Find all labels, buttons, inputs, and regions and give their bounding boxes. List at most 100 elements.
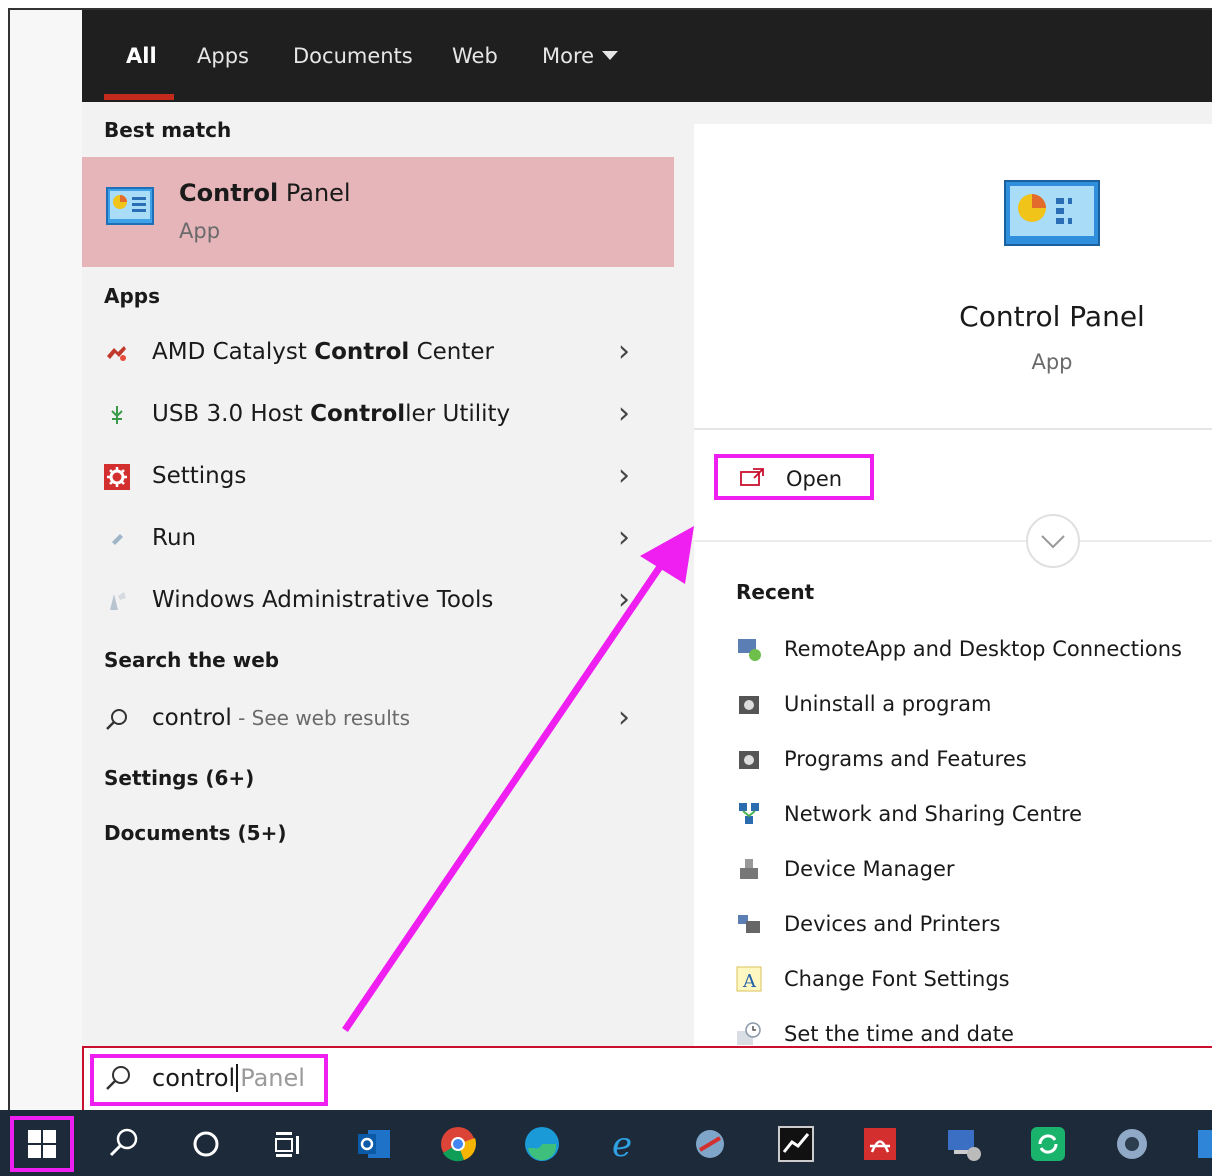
- tab-all[interactable]: All: [126, 44, 157, 68]
- desktop-strip: [10, 10, 82, 1110]
- font-icon: A: [736, 966, 762, 992]
- programs-icon: [739, 751, 759, 769]
- recent-item[interactable]: Device Manager: [736, 850, 1212, 890]
- label-pre: Run: [152, 525, 197, 551]
- search-icon[interactable]: [104, 1124, 144, 1164]
- search-icon: [106, 1066, 130, 1090]
- active-tab-indicator: [104, 94, 174, 100]
- usb-icon: [111, 406, 123, 424]
- taskbar: e: [0, 1110, 1212, 1176]
- recent-item[interactable]: Network and Sharing Centre: [736, 795, 1212, 835]
- open-button[interactable]: Open: [714, 454, 874, 500]
- network-icon: [739, 803, 759, 824]
- app-result-amd[interactable]: AMD Catalyst Control Center ›: [82, 326, 674, 382]
- recent-item[interactable]: Programs and Features: [736, 740, 1212, 780]
- search-web-header: Search the web: [104, 648, 280, 672]
- app-icon[interactable]: [690, 1124, 730, 1164]
- best-match-title-rest: Panel: [278, 179, 351, 207]
- label-pre: USB 3.0 Host: [152, 401, 311, 427]
- chevron-right-icon[interactable]: ›: [618, 396, 630, 431]
- app-result-run[interactable]: Run ›: [82, 512, 674, 568]
- best-match-title-bold: Control: [179, 179, 279, 207]
- support-app-icon[interactable]: [1112, 1124, 1152, 1164]
- svg-text:e: e: [612, 1125, 632, 1164]
- best-match-subtitle: App: [179, 219, 221, 243]
- tab-apps[interactable]: Apps: [197, 44, 249, 68]
- recent-item-label: Network and Sharing Centre: [784, 802, 1083, 826]
- preview-title: Control Panel: [959, 300, 1145, 333]
- preview-card: Control Panel App Open Recent RemoteApp …: [694, 124, 1212, 1046]
- app-result-usb[interactable]: USB 3.0 Host Controller Utility ›: [82, 388, 674, 444]
- device-manager-icon: [740, 859, 758, 879]
- expand-button[interactable]: [1026, 514, 1080, 568]
- results-list: Best match Control Panel App Apps AMD Ca…: [82, 102, 674, 1046]
- preview-subtitle: App: [1031, 350, 1073, 374]
- recent-item-label: Set the time and date: [784, 1022, 1014, 1046]
- web-result[interactable]: control - See web results ›: [82, 692, 674, 748]
- edge-icon[interactable]: [522, 1124, 562, 1164]
- text-cursor: [236, 1064, 239, 1092]
- run-icon: [112, 534, 123, 545]
- recent-item[interactable]: Uninstall a program: [736, 685, 1212, 725]
- start-button[interactable]: [10, 1116, 74, 1172]
- chevron-right-icon[interactable]: ›: [618, 334, 630, 369]
- label-pre: Windows Administrative Tools: [152, 587, 494, 613]
- chevron-right-icon[interactable]: ›: [618, 520, 630, 555]
- recent-item-label: Devices and Printers: [784, 912, 1001, 936]
- search-box[interactable]: control Panel: [82, 1046, 1212, 1110]
- label-post: Center: [409, 339, 494, 365]
- app-result-settings[interactable]: Settings ›: [82, 450, 674, 506]
- app-result-admin-tools[interactable]: Windows Administrative Tools ›: [82, 574, 674, 630]
- tab-documents[interactable]: Documents: [293, 44, 413, 68]
- recent-item-label: Programs and Features: [784, 747, 1027, 771]
- refresh-app-icon[interactable]: [1028, 1124, 1068, 1164]
- search-icon: [106, 709, 127, 730]
- label-pre: Settings: [152, 463, 247, 489]
- label-bold: Control: [314, 339, 410, 365]
- documents-group-header[interactable]: Documents (5+): [104, 821, 286, 845]
- search-input[interactable]: control Panel: [152, 1064, 305, 1092]
- internet-explorer-icon[interactable]: e: [606, 1124, 646, 1164]
- svg-text:A: A: [742, 971, 757, 992]
- label-pre: AMD Catalyst: [152, 339, 315, 365]
- tab-more[interactable]: More: [542, 44, 619, 68]
- network-app-icon[interactable]: [944, 1124, 984, 1164]
- chevron-right-icon[interactable]: ›: [618, 582, 630, 617]
- recent-item-label: Device Manager: [784, 857, 955, 881]
- stock-app-icon[interactable]: [776, 1124, 816, 1164]
- recent-item[interactable]: Devices and Printers: [736, 905, 1212, 945]
- acrobat-icon[interactable]: [860, 1124, 900, 1164]
- open-label: Open: [786, 467, 843, 491]
- control-panel-icon: [106, 187, 154, 225]
- cortana-icon[interactable]: [186, 1124, 226, 1164]
- remoteapp-icon: [738, 639, 761, 661]
- recent-item-label: Change Font Settings: [784, 967, 1010, 991]
- task-view-icon[interactable]: [268, 1124, 308, 1164]
- app-icon-partial[interactable]: [1196, 1124, 1212, 1164]
- chevron-down-icon: [1041, 535, 1065, 549]
- tab-web[interactable]: Web: [452, 44, 498, 68]
- recent-item[interactable]: RemoteApp and Desktop Connections: [736, 630, 1212, 670]
- outlook-icon[interactable]: [354, 1124, 394, 1164]
- chevron-right-icon[interactable]: ›: [618, 700, 630, 735]
- recent-item[interactable]: A Change Font Settings: [736, 960, 1212, 1000]
- app-result-label: AMD Catalyst Control Center: [152, 339, 494, 365]
- caret-down-icon: [602, 51, 619, 60]
- settings-group-header[interactable]: Settings (6+): [104, 766, 254, 790]
- app-result-label: USB 3.0 Host Controller Utility: [152, 401, 510, 427]
- best-match-item[interactable]: Control Panel App: [82, 157, 674, 267]
- chevron-right-icon[interactable]: ›: [618, 458, 630, 493]
- programs-icon: [739, 696, 759, 714]
- preview-pane: Control Panel App Open Recent RemoteApp …: [674, 102, 1212, 1046]
- chrome-icon[interactable]: [438, 1124, 478, 1164]
- printer-icon: [738, 915, 760, 933]
- web-hint: - See web results: [231, 706, 411, 730]
- clock-icon: [737, 1022, 761, 1045]
- divider: [694, 540, 1212, 542]
- settings-gear-icon: [104, 464, 130, 490]
- control-panel-large-icon: [1004, 180, 1100, 246]
- recent-item-label: RemoteApp and Desktop Connections: [784, 637, 1182, 661]
- search-typed-text: control: [152, 1064, 236, 1092]
- label-bold: Control: [310, 401, 406, 427]
- recent-item-label: Uninstall a program: [784, 692, 992, 716]
